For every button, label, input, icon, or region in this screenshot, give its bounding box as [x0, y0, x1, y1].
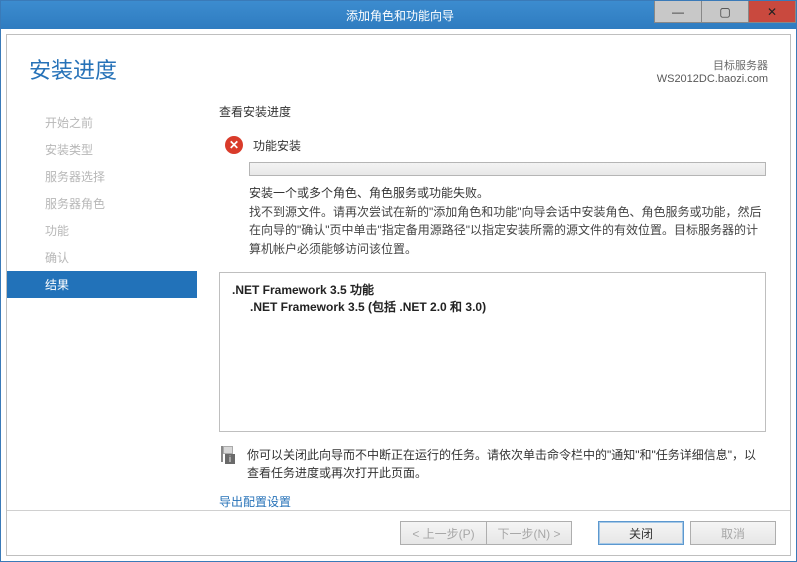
main-content: 查看安装进度 ✕ 功能安装 安装一个或多个角色、角色服务或功能失败。 找不到源文…	[197, 103, 790, 510]
fail-summary: 安装一个或多个角色、角色服务或功能失败。	[249, 184, 766, 203]
step-server-selection: 服务器选择	[7, 163, 197, 190]
export-config-link[interactable]: 导出配置设置	[219, 493, 766, 510]
maximize-button[interactable]: ▢	[701, 1, 749, 23]
target-server-block: 目标服务器 WS2012DC.baozi.com	[657, 57, 768, 85]
page-heading: 安装进度	[29, 53, 117, 85]
step-features: 功能	[7, 217, 197, 244]
target-server-label: 目标服务器	[657, 57, 768, 73]
section-title: 查看安装进度	[219, 103, 766, 120]
previous-button: < 上一步(P)	[400, 521, 486, 545]
close-window-button[interactable]: ✕	[748, 1, 796, 23]
target-server-value: WS2012DC.baozi.com	[657, 73, 768, 85]
wizard-window: 添加角色和功能向导 — ▢ ✕ 安装进度 目标服务器 WS2012DC.baoz…	[0, 0, 797, 562]
window-controls: — ▢ ✕	[655, 7, 796, 23]
step-confirmation: 确认	[7, 244, 197, 271]
feature-group: .NET Framework 3.5 功能	[232, 281, 753, 298]
step-install-type: 安装类型	[7, 136, 197, 163]
steps-sidebar: 开始之前 安装类型 服务器选择 服务器角色 功能 确认 结果	[7, 103, 197, 510]
status-row: ✕ 功能安装	[225, 136, 766, 154]
step-results: 结果	[7, 271, 197, 298]
step-server-roles: 服务器角色	[7, 190, 197, 217]
info-row: i 你可以关闭此向导而不中断正在运行的任务。请依次单击命令栏中的"通知"和"任务…	[219, 446, 766, 483]
content-frame: 安装进度 目标服务器 WS2012DC.baozi.com 开始之前 安装类型 …	[6, 34, 791, 556]
close-button[interactable]: 关闭	[598, 521, 684, 545]
message-block: 安装一个或多个角色、角色服务或功能失败。 找不到源文件。请再次尝试在新的"添加角…	[249, 184, 766, 258]
status-text: 功能安装	[253, 137, 301, 154]
error-icon: ✕	[225, 136, 243, 154]
info-text: 你可以关闭此向导而不中断正在运行的任务。请依次单击命令栏中的"通知"和"任务详细…	[247, 446, 766, 483]
progress-bar	[249, 162, 766, 176]
nav-button-pair: < 上一步(P) 下一步(N) >	[400, 521, 572, 545]
footer: < 上一步(P) 下一步(N) > 关闭 取消	[7, 510, 790, 555]
feature-item: .NET Framework 3.5 (包括 .NET 2.0 和 3.0)	[232, 298, 753, 315]
minimize-button[interactable]: —	[654, 1, 702, 23]
fail-detail: 找不到源文件。请再次尝试在新的"添加角色和功能"向导会话中安装角色、角色服务或功…	[249, 203, 766, 259]
results-box: .NET Framework 3.5 功能 .NET Framework 3.5…	[219, 272, 766, 431]
next-button: 下一步(N) >	[486, 521, 572, 545]
flag-icon: i	[219, 446, 237, 464]
cancel-button: 取消	[690, 521, 776, 545]
titlebar: 添加角色和功能向导 — ▢ ✕	[1, 1, 796, 29]
window-title: 添加角色和功能向导	[145, 7, 655, 24]
body: 开始之前 安装类型 服务器选择 服务器角色 功能 确认 结果 查看安装进度 ✕ …	[7, 85, 790, 510]
step-before-you-begin: 开始之前	[7, 109, 197, 136]
header-row: 安装进度 目标服务器 WS2012DC.baozi.com	[7, 35, 790, 85]
